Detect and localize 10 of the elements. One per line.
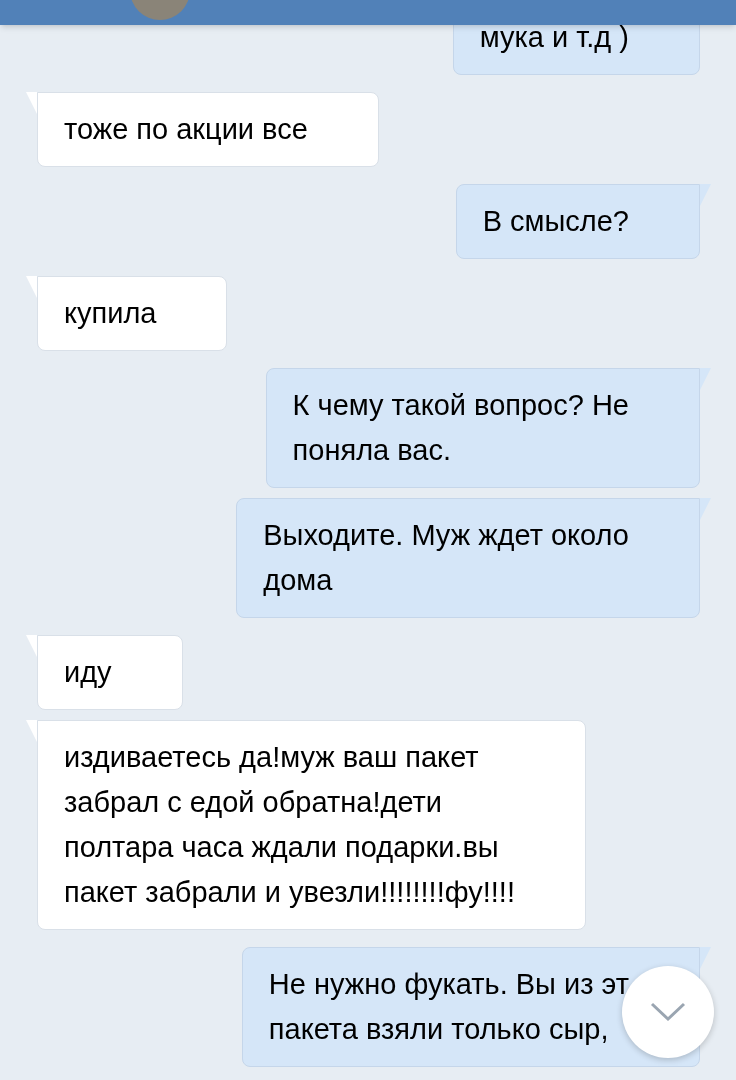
chevron-down-icon: [650, 1002, 686, 1022]
message-text: В смысле?: [482, 204, 629, 239]
message-text: Выходите. Муж ждет около дома: [263, 518, 629, 598]
message-text: Не нужно фукать. Вы из эт пакета взяли только сыр,: [268, 967, 629, 1047]
message-text: купила: [64, 296, 157, 331]
message-text: тоже по акции все: [64, 112, 308, 147]
message-text: мука и т.д ): [479, 20, 629, 55]
message-text: издиваетесь да!муж ваш пакет забрал с едой обратна!дети полтара часа ждали подарки.вы пакет забрали и увезли!!!!!!!!фу!!!!: [64, 740, 515, 910]
message-text: К чему такой вопрос? Не поняла вас.: [292, 388, 629, 468]
message-text: иду: [64, 655, 112, 690]
